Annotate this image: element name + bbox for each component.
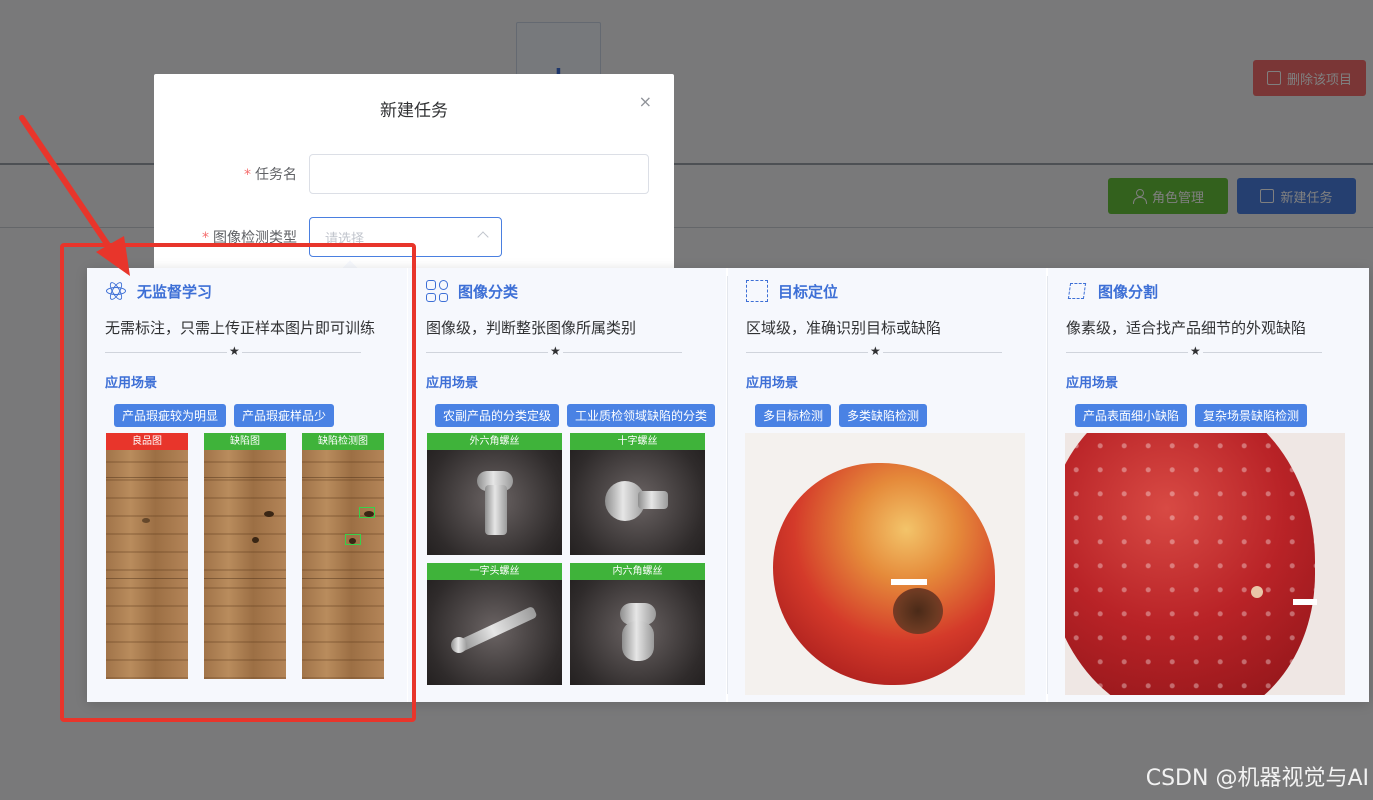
image-label: 良品图 — [106, 433, 188, 450]
image-label: 缺陷图 — [204, 433, 286, 450]
defect-box — [1293, 599, 1317, 605]
watermark: CSDN @机器视觉与AI — [1145, 766, 1369, 791]
defect-box — [345, 534, 361, 545]
defect-box — [891, 579, 927, 585]
annotation-arrow-icon — [19, 115, 130, 276]
image-label: 缺陷检测图 — [302, 433, 384, 450]
defect-box — [359, 507, 375, 518]
